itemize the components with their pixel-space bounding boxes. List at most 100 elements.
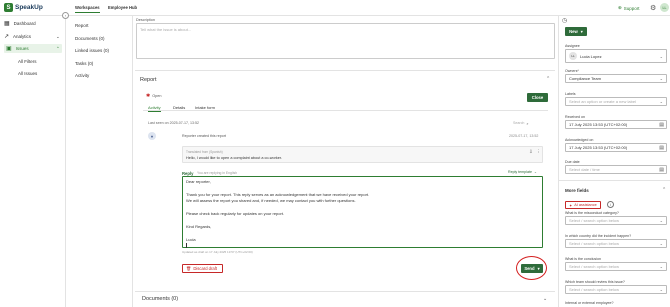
tab-intake-form[interactable]: Intake form: [195, 105, 215, 110]
owners-select[interactable]: Compliance Team ⌄: [565, 74, 667, 83]
activity-timestamp: 2025-07-17, 13:52: [509, 134, 539, 138]
send-label: Send: [524, 266, 535, 271]
chevron-down-icon: ⌄: [659, 287, 663, 292]
assignee-value: Lucia Lopez: [580, 53, 602, 59]
chevron-down-icon: ⌄: [56, 33, 60, 39]
acknowledged-date-field[interactable]: 17 July 2025 13:53 (UTC+02:00) ▤: [565, 143, 667, 152]
description-placeholder: Tell what the issue is about...: [140, 27, 192, 32]
support-icon: ⊕: [618, 5, 622, 10]
text-cursor: [186, 243, 187, 248]
sidebar-item-analytics[interactable]: ↗ Analytics ⌄: [4, 33, 60, 41]
select-placeholder: Select / search option below: [569, 241, 620, 246]
app-logo[interactable]: S SpeakUp: [4, 3, 43, 12]
chevron-down-icon: ⌄: [533, 170, 537, 174]
sidebar-item-label: Analytics: [13, 34, 32, 39]
chevron-down-icon: ⌄: [659, 76, 663, 81]
info-icon[interactable]: i: [607, 201, 614, 208]
labels-select[interactable]: Select an option or create a new label ⌄: [565, 97, 667, 106]
search-icon: ⌕: [526, 120, 529, 126]
ai-assistance-label: AI assistance: [574, 203, 597, 207]
documents-section[interactable]: Documents (0) ⌄: [135, 291, 555, 307]
due-date-field[interactable]: Select date / time ▤: [565, 165, 667, 174]
received-date-field[interactable]: 17 July 2025 13:53 (UTC+02:00) ▤: [565, 120, 667, 129]
status-label: Open: [152, 94, 162, 98]
assignee-avatar: LL: [569, 52, 577, 60]
subnav-activity[interactable]: Activity: [75, 73, 89, 78]
chevron-left-icon: ‹: [64, 13, 67, 18]
calendar-icon[interactable]: ▤: [659, 167, 664, 173]
history-icon[interactable]: ◷: [562, 17, 567, 24]
subnav-linked-issues[interactable]: Linked issues (0): [75, 48, 109, 53]
misconduct-category-select[interactable]: Select / search option below ⌄: [565, 216, 667, 225]
status-dot-icon: ✱: [146, 93, 151, 99]
assignee-select[interactable]: LL Lucia Lopez ⌄: [565, 49, 667, 63]
trash-icon: 🗑: [186, 265, 192, 271]
labels-label: Labels: [565, 92, 576, 96]
new-button[interactable]: New ▾: [565, 27, 587, 36]
tab-details[interactable]: Details: [173, 105, 185, 110]
reporter-message-box: Translated from (Spanish) Hello, I would…: [182, 146, 543, 163]
send-button[interactable]: Send ▾: [521, 264, 543, 273]
discard-draft-label: Discard draft: [193, 266, 218, 271]
field-label: In which country did the incident happen…: [565, 234, 632, 238]
field-label: What is the misconduct category?: [565, 211, 619, 215]
tab-employee-hub[interactable]: Employee Hub: [108, 5, 137, 10]
subnav-documents[interactable]: Documents (0): [75, 36, 105, 41]
ai-assistance-button[interactable]: ✦ AI assistance: [565, 201, 601, 209]
more-options-icon[interactable]: ⋮: [536, 149, 541, 155]
calendar-icon[interactable]: ▤: [659, 122, 664, 128]
reply-line: Lucia: [186, 236, 196, 242]
sidebar-item-dashboard[interactable]: ▦ Dashboard: [4, 20, 36, 27]
field-label: What is the conclusion: [565, 257, 601, 261]
dashboard-icon: ▦: [4, 21, 10, 27]
field-label: Which team should review this issue?: [565, 280, 625, 284]
owners-label: Owners*: [565, 69, 579, 73]
translation-meta: Translated from (Spanish): [186, 150, 223, 154]
user-avatar[interactable]: LL: [660, 3, 669, 12]
report-tabs: Activity Details Intake form: [143, 104, 548, 112]
analytics-icon: ↗: [4, 34, 10, 40]
translate-icon[interactable]: ⇩: [529, 149, 533, 155]
description-textarea[interactable]: Tell what the issue is about...: [136, 23, 555, 59]
conclusion-select[interactable]: Select / search option below ⌄: [565, 262, 667, 271]
chevron-up-icon[interactable]: ⌃: [662, 187, 666, 193]
subnav-tasks[interactable]: Tasks (0): [75, 61, 93, 66]
subnav-report[interactable]: Report: [75, 23, 89, 28]
sidebar-sub-all-issues[interactable]: All Issues: [18, 71, 37, 76]
close-button[interactable]: Close: [527, 93, 548, 102]
activity-search[interactable]: Search ⌕: [513, 120, 543, 126]
due-date-label: Due date: [565, 160, 580, 164]
new-label: New: [569, 29, 578, 34]
incident-country-select[interactable]: Select / search option below ⌄: [565, 239, 667, 248]
sidebar-item-issues[interactable]: ▣ Issues ⌃: [4, 44, 62, 53]
acknowledged-label: Acknowledged on: [565, 138, 594, 142]
last-seen-text: Last seen on 2025-07-17, 13:52: [148, 121, 199, 125]
discard-draft-button[interactable]: 🗑 Discard draft: [182, 264, 223, 273]
sidebar-sub-all-filters[interactable]: All Filters: [18, 59, 37, 64]
description-label: Description: [136, 18, 155, 22]
tab-workspaces[interactable]: Workspaces: [75, 5, 100, 13]
reply-language-meta: You are replying in English: [197, 171, 238, 175]
field-label: Internal or external employee?: [565, 301, 614, 305]
reply-content: Dear reporter, Thank you for your report…: [186, 179, 539, 248]
acknowledged-value: 17 July 2025 13:53 (UTC+02:00): [569, 145, 628, 150]
reply-template-dropdown[interactable]: Reply template ⌄: [508, 170, 537, 174]
chevron-down-icon: ▾: [580, 29, 583, 34]
review-team-select[interactable]: Select / search option below ⌄: [565, 285, 667, 294]
more-fields-title: More fields: [565, 188, 589, 193]
assignee-label: Assignee: [565, 44, 580, 48]
reply-editor[interactable]: Dear reporter, Thank you for your report…: [182, 176, 543, 248]
tab-activity[interactable]: Activity: [148, 105, 161, 112]
report-title: Report: [140, 77, 157, 83]
received-label: Received on: [565, 115, 585, 119]
settings-gear-icon[interactable]: ⚙: [650, 4, 656, 12]
chevron-down-icon: ▾: [537, 266, 540, 271]
sidebar-item-label: Dashboard: [13, 21, 36, 26]
support-link[interactable]: ⊕ Support: [618, 5, 640, 11]
issue-subnav: Report Documents (0) Linked issues (0) T…: [70, 16, 133, 307]
chevron-down-icon: ⌄: [659, 53, 663, 59]
calendar-icon[interactable]: ▤: [659, 145, 664, 151]
collapse-sidebar-button[interactable]: ‹: [62, 12, 69, 19]
status-badge: ✱ Open: [146, 93, 162, 99]
collapse-report-chevron-icon[interactable]: ⌃: [546, 76, 550, 82]
